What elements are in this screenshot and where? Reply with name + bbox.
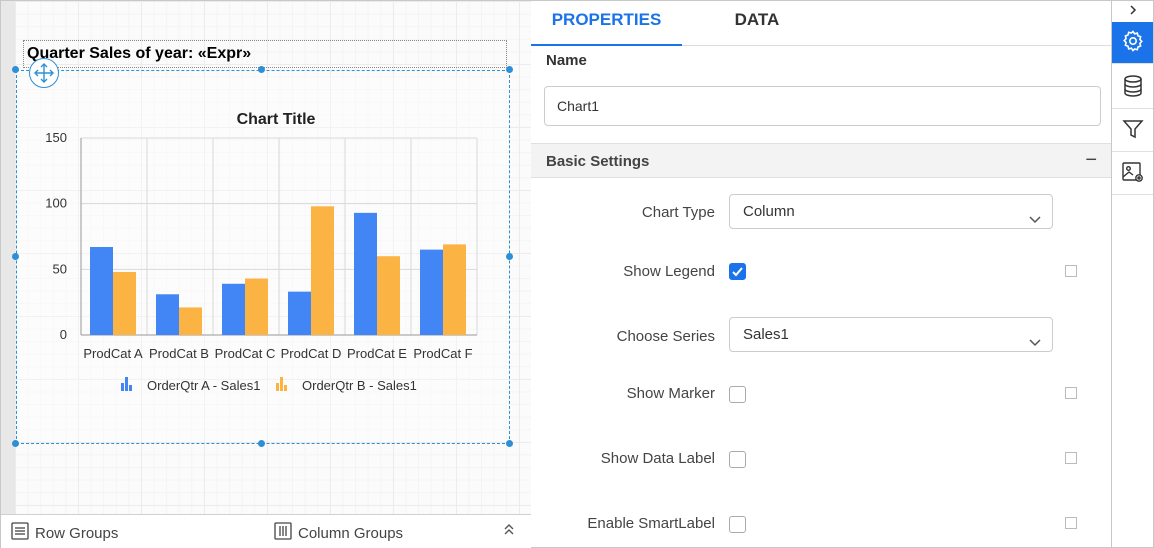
legend-swatch <box>125 377 128 391</box>
chevron-right-icon <box>1127 3 1139 19</box>
bar-series-b <box>311 206 334 335</box>
name-input[interactable] <box>544 86 1101 126</box>
legend-swatch <box>276 383 279 391</box>
bar-series-a <box>420 249 443 335</box>
x-tick-label: ProdCat B <box>149 346 209 361</box>
show-marker-expression-box[interactable] <box>1065 387 1077 399</box>
image-settings-icon <box>1121 160 1145 187</box>
show-data-label-expression-box[interactable] <box>1065 452 1077 464</box>
tab-data[interactable]: DATA <box>682 1 832 46</box>
y-tick-label: 50 <box>53 261 67 276</box>
y-tick-label: 100 <box>45 196 67 211</box>
tab-properties[interactable]: PROPERTIES <box>531 1 682 46</box>
bar-series-a <box>222 283 245 335</box>
report-designer: Quarter Sales of year: «Expr» Chart Titl… <box>0 0 531 548</box>
show-legend-label: Show Legend <box>623 263 715 280</box>
resize-handle[interactable] <box>506 440 513 447</box>
gear-icon <box>1121 29 1145 56</box>
filter-icon <box>1121 118 1144 143</box>
properties-toolbar-button[interactable] <box>1112 22 1153 64</box>
legend-swatch <box>121 383 124 391</box>
choose-series-value: Sales1 <box>743 326 789 343</box>
resize-handle[interactable] <box>12 66 19 73</box>
choose-series-dropdown[interactable]: Sales1 <box>729 317 1053 352</box>
side-toolbar <box>1111 0 1154 548</box>
x-tick-label: ProdCat A <box>83 346 143 361</box>
choose-series-label: Choose Series <box>616 328 715 345</box>
grouping-bar: Row Groups Column Groups <box>1 514 531 548</box>
chart-title: Chart Title <box>237 111 316 128</box>
x-tick-label: ProdCat F <box>413 346 472 361</box>
columns-icon <box>274 522 292 544</box>
bar-series-b <box>245 278 268 335</box>
row-groups-label: Row Groups <box>35 524 119 542</box>
chart-type-label: Chart Type <box>641 204 715 221</box>
move-icon[interactable] <box>29 58 59 88</box>
x-tick-label: ProdCat D <box>281 346 342 361</box>
double-chevron-up-icon <box>502 522 516 540</box>
image-settings-toolbar-button[interactable] <box>1112 153 1153 195</box>
expand-grouping-button[interactable] <box>502 522 516 540</box>
legend-swatch <box>284 385 287 391</box>
resize-handle[interactable] <box>258 66 265 73</box>
resize-handle[interactable] <box>258 440 265 447</box>
report-title-textbox[interactable]: Quarter Sales of year: «Expr» <box>23 40 507 68</box>
show-legend-checkbox[interactable] <box>729 263 746 280</box>
legend-swatch <box>280 377 283 391</box>
x-tick-label: ProdCat E <box>347 346 407 361</box>
legend-swatch <box>129 385 132 391</box>
bar-series-b <box>113 271 136 335</box>
chart-report-item[interactable]: Chart Title 0 50 100 150 ProdCat A ProdCat B P… <box>16 70 510 444</box>
bar-series-a <box>156 294 179 335</box>
enable-smartlabel-expression-box[interactable] <box>1065 517 1077 529</box>
show-data-label-checkbox[interactable] <box>729 451 746 468</box>
section-title: Basic Settings <box>546 153 650 170</box>
resize-handle[interactable] <box>12 253 19 260</box>
show-marker-label: Show Marker <box>626 385 715 402</box>
resize-handle[interactable] <box>12 440 19 447</box>
bar-series-a <box>288 291 311 335</box>
show-legend-expression-box[interactable] <box>1065 265 1077 277</box>
bar-series-b <box>443 244 466 335</box>
column-groups-label: Column Groups <box>298 524 404 542</box>
chevron-down-icon <box>1028 328 1042 361</box>
chart-type-dropdown[interactable]: Column <box>729 194 1053 229</box>
x-tick-label: ProdCat C <box>215 346 276 361</box>
column-chart: Chart Title 0 50 100 150 ProdCat A ProdCat B P… <box>17 77 509 441</box>
database-icon <box>1122 74 1144 101</box>
collapse-icon[interactable]: − <box>1085 149 1097 172</box>
collapse-panel-button[interactable] <box>1112 1 1153 21</box>
legend-label: OrderQtr B - Sales1 <box>302 378 417 393</box>
bar-series-b <box>179 307 202 335</box>
name-label: Name <box>546 52 587 69</box>
resize-handle[interactable] <box>506 253 513 260</box>
enable-smartlabel-checkbox[interactable] <box>729 516 746 533</box>
panel-tabs: PROPERTIES DATA <box>531 1 1111 46</box>
enable-smartlabel-label: Enable SmartLabel <box>587 515 715 532</box>
y-tick-label: 150 <box>45 130 67 145</box>
row-groups-button[interactable]: Row Groups <box>11 522 118 544</box>
list-icon <box>11 522 29 544</box>
data-toolbar-button[interactable] <box>1112 67 1153 109</box>
legend-label: OrderQtr A - Sales1 <box>147 378 260 393</box>
properties-panel: PROPERTIES DATA Name Basic Settings − Ch… <box>531 0 1111 548</box>
bar-series-a <box>354 212 377 335</box>
resize-handle[interactable] <box>506 66 513 73</box>
filter-toolbar-button[interactable] <box>1112 110 1153 152</box>
chevron-down-icon <box>1028 205 1042 238</box>
column-groups-button[interactable]: Column Groups <box>274 522 403 544</box>
y-tick-label: 0 <box>60 327 67 342</box>
show-data-label-label: Show Data Label <box>600 450 715 467</box>
chart-type-value: Column <box>743 203 795 220</box>
bar-series-b <box>377 256 400 335</box>
show-marker-checkbox[interactable] <box>729 386 746 403</box>
bar-series-a <box>90 247 113 335</box>
basic-settings-section[interactable]: Basic Settings − <box>531 143 1111 178</box>
